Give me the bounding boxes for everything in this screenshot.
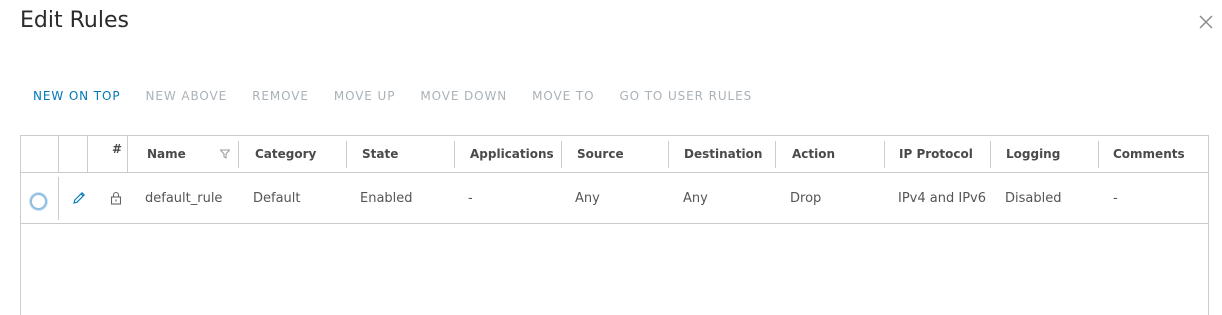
- column-header-comments[interactable]: Comments: [1113, 136, 1185, 172]
- column-header-action[interactable]: Action: [792, 136, 835, 172]
- column-header-name[interactable]: Name: [147, 136, 186, 172]
- cell-source: Any: [575, 190, 600, 206]
- column-header-ip-protocol[interactable]: IP Protocol: [899, 136, 973, 172]
- edit-button[interactable]: [72, 173, 86, 223]
- lock-indicator: [110, 173, 122, 223]
- cell-name: default_rule: [145, 190, 223, 206]
- close-button[interactable]: [1198, 14, 1214, 30]
- new-above-button[interactable]: NEW ABOVE: [146, 89, 228, 103]
- table-row[interactable]: default_rule Default Enabled - Any Any D…: [21, 173, 1208, 224]
- column-header-index: #: [112, 142, 123, 156]
- cell-applications: -: [468, 190, 473, 206]
- filter-button[interactable]: [220, 136, 230, 172]
- close-icon: [1199, 15, 1213, 29]
- pencil-icon: [73, 192, 85, 204]
- filter-icon: [220, 149, 230, 159]
- lock-icon: [110, 191, 122, 205]
- move-to-button[interactable]: MOVE TO: [532, 89, 594, 103]
- page-title: Edit Rules: [20, 8, 129, 33]
- column-header-logging[interactable]: Logging: [1006, 136, 1060, 172]
- cell-action: Drop: [790, 190, 822, 206]
- toolbar: NEW ON TOP NEW ABOVE REMOVE MOVE UP MOVE…: [33, 89, 777, 103]
- column-header-destination[interactable]: Destination: [684, 136, 762, 172]
- table-header-row: # Name Category State Applications Sourc…: [21, 136, 1208, 173]
- cell-category: Default: [253, 190, 301, 206]
- column-header-applications[interactable]: Applications: [470, 136, 554, 172]
- cell-comments: -: [1113, 190, 1118, 206]
- row-select-radio[interactable]: [30, 176, 47, 226]
- column-header-state[interactable]: State: [362, 136, 398, 172]
- remove-button[interactable]: REMOVE: [252, 89, 309, 103]
- cell-state: Enabled: [360, 190, 413, 206]
- move-down-button[interactable]: MOVE DOWN: [420, 89, 507, 103]
- cell-ip-protocol: IPv4 and IPv6: [898, 190, 986, 206]
- move-up-button[interactable]: MOVE UP: [334, 89, 396, 103]
- cell-logging: Disabled: [1005, 190, 1062, 206]
- column-header-category[interactable]: Category: [255, 136, 316, 172]
- cell-destination: Any: [683, 190, 708, 206]
- radio-button[interactable]: [30, 192, 47, 210]
- column-header-source[interactable]: Source: [577, 136, 624, 172]
- rules-table: # Name Category State Applications Sourc…: [20, 135, 1209, 315]
- new-on-top-button[interactable]: NEW ON TOP: [33, 89, 121, 103]
- go-to-user-rules-button[interactable]: GO TO USER RULES: [619, 89, 752, 103]
